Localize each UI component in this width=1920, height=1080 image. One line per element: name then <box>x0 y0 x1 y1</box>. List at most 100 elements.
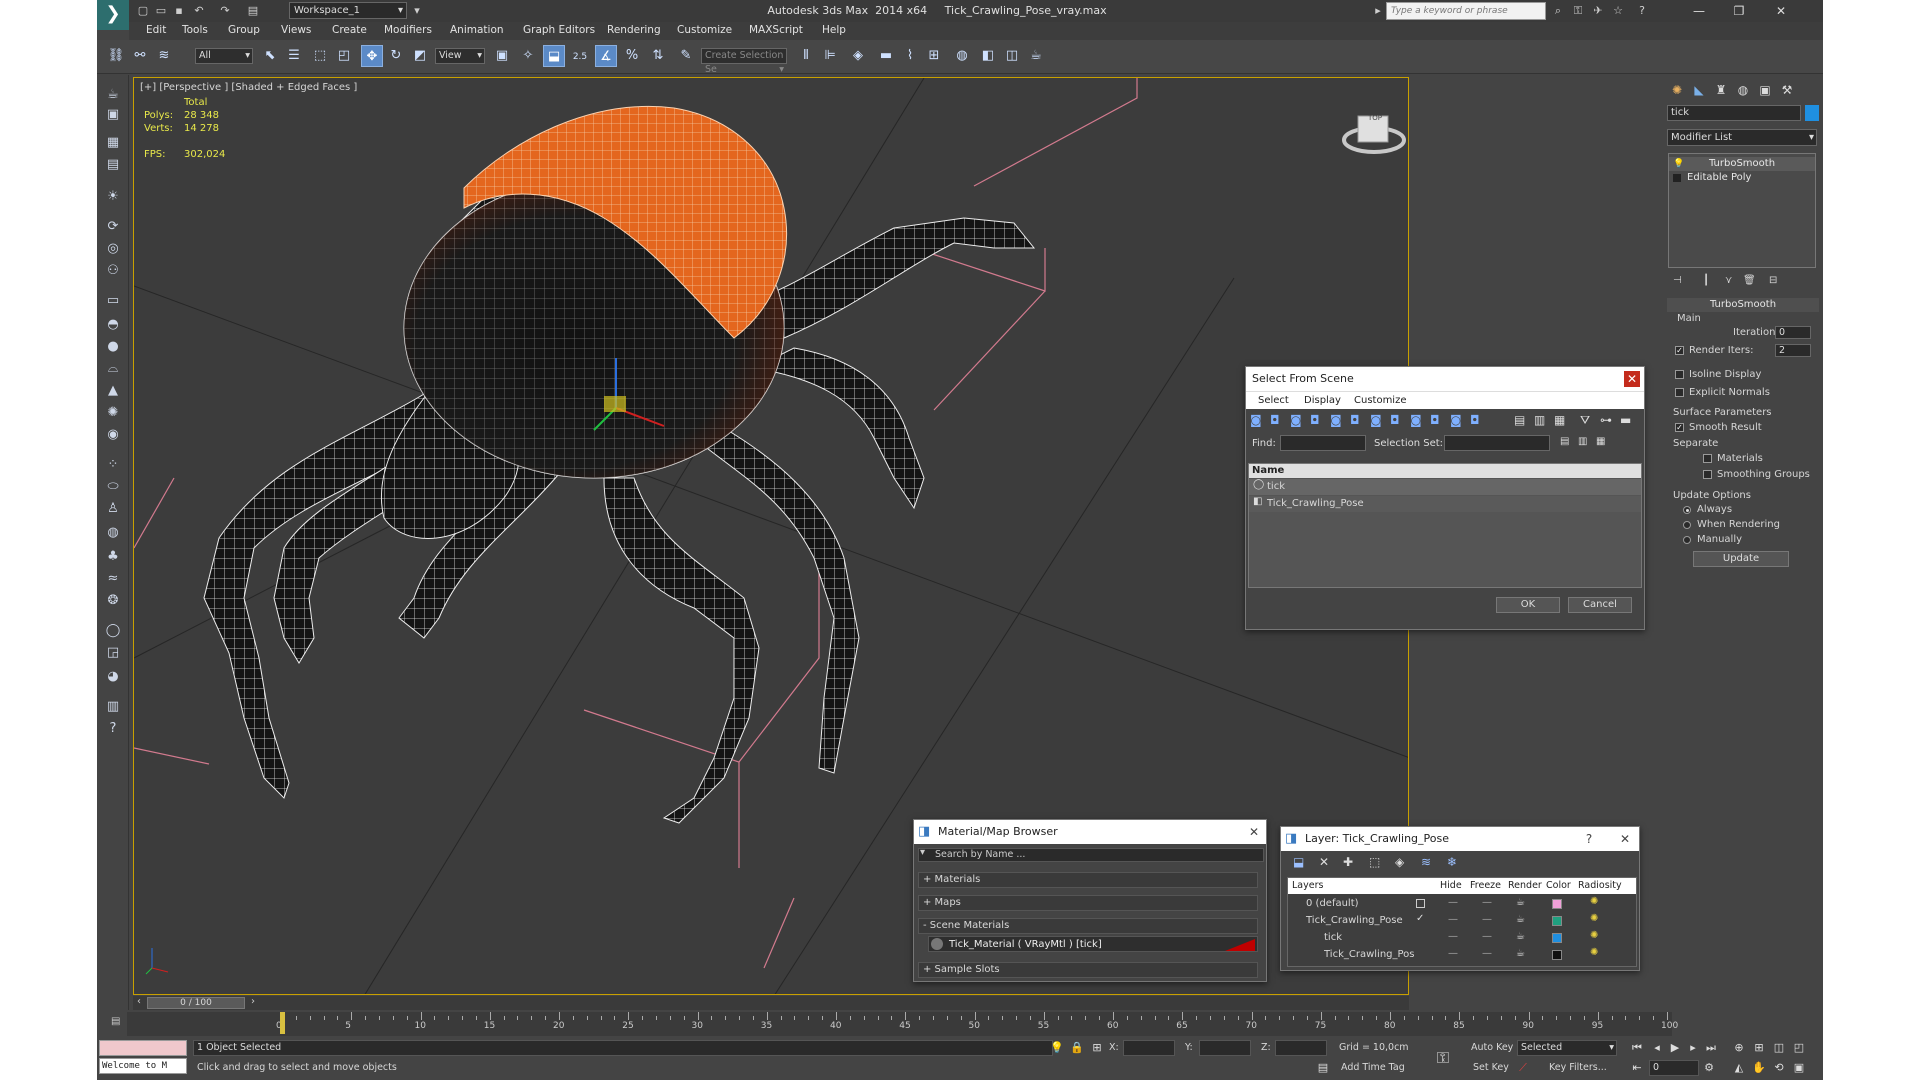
select-manipulate-icon[interactable]: ✧ <box>517 45 539 67</box>
edit-named-selection-icon[interactable]: ✎ <box>675 45 697 67</box>
x-coordinate-field[interactable] <box>1123 1040 1175 1056</box>
dropdown-arrow-icon[interactable]: ▾ <box>920 847 925 858</box>
transform-icon[interactable]: ◲ <box>102 643 124 663</box>
hide-toggle[interactable]: — <box>1448 914 1458 925</box>
smooth-result-checkbox[interactable]: ✓ <box>1675 423 1684 432</box>
column-radiosity[interactable]: Radiosity <box>1578 880 1622 891</box>
object-list[interactable]: Name ◯ tick ◧ Tick_Crawling_Pose <box>1248 463 1642 588</box>
stack-icon[interactable]: ▥ <box>102 697 124 717</box>
group-scene-materials[interactable]: - Scene Materials <box>918 918 1258 934</box>
filter-invert-icon[interactable]: ◘ <box>1470 413 1480 427</box>
list-item[interactable]: ◧ Tick_Crawling_Pose <box>1249 496 1641 512</box>
open-file-icon[interactable]: ▭ <box>153 3 169 19</box>
make-unique-icon[interactable]: ⋎ <box>1725 275 1732 286</box>
selection-filter-dropdown[interactable]: All ▾ <box>195 48 253 64</box>
key-filter-slash-icon[interactable]: ⟋ <box>1515 1060 1531 1076</box>
freeze-all-layers-icon[interactable]: ❄ <box>1447 855 1457 869</box>
close-icon[interactable]: ✕ <box>1761 1 1801 21</box>
rendered-frame-window-icon[interactable]: ◫ <box>1001 45 1023 67</box>
iterations-spinner[interactable]: 0 <box>1775 326 1811 339</box>
menu-create[interactable]: Create <box>332 24 367 36</box>
render-iters-spinner[interactable]: 2 <box>1775 344 1811 357</box>
freeze-toggle[interactable]: — <box>1482 948 1492 959</box>
freeze-toggle[interactable]: — <box>1482 897 1492 908</box>
pan-icon[interactable]: ✋ <box>1751 1060 1767 1076</box>
lock-icon[interactable]: 🔒 <box>1069 1040 1085 1056</box>
key-mode-dropdown[interactable]: Selected ▾ <box>1517 1040 1617 1056</box>
help-button[interactable]: ? <box>1581 831 1597 847</box>
maxscript-listener-top[interactable] <box>99 1040 187 1056</box>
expand-search-icon[interactable]: ▸ <box>1370 3 1386 19</box>
smoothing-groups-checkbox[interactable] <box>1703 470 1712 479</box>
communication-icon[interactable]: ✈ <box>1590 3 1606 19</box>
hide-toggle[interactable]: — <box>1448 897 1458 908</box>
zoom-icon[interactable]: ⊕ <box>1731 1040 1747 1056</box>
stack-item-turbosmooth[interactable]: 💡 TurboSmooth <box>1669 157 1815 171</box>
blue-sphere-icon[interactable]: ◕ <box>102 667 124 687</box>
unlink-icon[interactable]: ⚯ <box>129 45 151 67</box>
previous-frame-icon[interactable]: ◂ <box>1649 1040 1665 1056</box>
select-and-move-icon[interactable]: ✥ <box>361 45 383 67</box>
maxscript-listener[interactable]: Welcome to M <box>99 1058 187 1074</box>
materials-checkbox[interactable] <box>1703 454 1712 463</box>
configure-sets-icon[interactable]: ⊟ <box>1769 275 1777 286</box>
ok-button[interactable]: OK <box>1496 597 1560 613</box>
column-freeze[interactable]: Freeze <box>1470 880 1501 891</box>
hemisphere-icon[interactable]: ◓ <box>102 315 124 335</box>
update-button[interactable]: Update <box>1693 551 1789 567</box>
utilities-tab-icon[interactable]: ⚒ <box>1777 81 1797 99</box>
time-tag-icon[interactable]: ▤ <box>1315 1060 1331 1076</box>
table-row[interactable]: tick — — ☕ ✺ <box>1288 930 1636 946</box>
modifier-list-dropdown[interactable]: Modifier List ▾ <box>1667 129 1817 146</box>
viewport-label[interactable]: [+] [Perspective ] [Shaded + Edged Faces… <box>140 82 357 93</box>
select-and-scale-icon[interactable]: ◩ <box>409 45 431 67</box>
highlight-layer-icon[interactable]: ◈ <box>1395 855 1404 869</box>
show-end-result-icon[interactable]: ┃ <box>1703 275 1709 286</box>
track-bar[interactable]: ▤ 0 5 10 15 20 25 30 35 40 45 50 55 60 65 70 75 80 85 90 95… <box>111 1012 1678 1036</box>
filter-bones-icon[interactable]: ◙ <box>1410 413 1422 427</box>
window-crossing-icon[interactable]: ◰ <box>333 45 355 67</box>
hierarchy-tab-icon[interactable]: ♜ <box>1711 81 1731 99</box>
sphere-yellow-icon[interactable]: ◉ <box>102 425 124 445</box>
redo-icon[interactable]: ↷ <box>217 3 233 19</box>
isolate-icon[interactable]: 💡 <box>1049 1040 1065 1056</box>
hide-toggle[interactable]: — <box>1448 931 1458 942</box>
menu-customize[interactable]: Customize <box>1354 395 1407 406</box>
binoculars-icon[interactable]: ⌕ <box>1550 3 1566 19</box>
freeze-toggle[interactable]: — <box>1482 914 1492 925</box>
lightbulb-icon[interactable]: 💡 <box>1673 157 1684 171</box>
selection-set-remove-icon[interactable]: ▥ <box>1578 436 1587 447</box>
delete-layer-icon[interactable]: ✕ <box>1319 855 1329 869</box>
menu-animation[interactable]: Animation <box>450 24 504 36</box>
display-tab-icon[interactable]: ▣ <box>1755 81 1775 99</box>
menu-maxscript[interactable]: MAXScript <box>749 24 803 36</box>
select-objects-icon[interactable]: ⬚ <box>1369 855 1380 869</box>
selection-set-dropdown[interactable] <box>1444 435 1550 451</box>
turbosmooth-rollout-title[interactable]: TurboSmooth <box>1667 298 1819 312</box>
cone-icon[interactable]: ▲ <box>102 381 124 401</box>
ring-icon[interactable]: ◎ <box>102 239 124 259</box>
field-of-view-icon[interactable]: ◭ <box>1731 1060 1747 1076</box>
column-layers[interactable]: Layers <box>1292 880 1323 891</box>
help-icon[interactable]: ? <box>1634 3 1650 19</box>
close-icon[interactable]: ✕ <box>1617 831 1633 847</box>
filter-spacewarps-icon[interactable]: ◘ <box>1350 413 1360 427</box>
schematic-view-icon[interactable]: ⊞ <box>923 45 945 67</box>
table-row[interactable]: Tick_Crawling_Pose ✓ — — ☕ ✺ <box>1288 913 1636 929</box>
teapot-render-icon[interactable]: ☕ <box>1516 948 1525 959</box>
teapot-render-icon[interactable]: ☕ <box>1516 897 1525 908</box>
teapot-icon[interactable]: ☕ <box>102 85 124 105</box>
add-to-layer-icon[interactable]: ✚ <box>1343 855 1353 869</box>
minimize-icon[interactable]: — <box>1679 1 1719 21</box>
search-input[interactable]: Type a keyword or phrase <box>1386 2 1546 20</box>
bind-space-warp-icon[interactable]: ≋ <box>153 45 175 67</box>
select-none-icon[interactable]: ▥ <box>1534 413 1545 427</box>
layer-view-icon[interactable]: ▬ <box>1620 413 1631 427</box>
spinner-snap-icon[interactable]: ⇅ <box>647 45 669 67</box>
isoline-checkbox[interactable] <box>1675 370 1684 379</box>
menu-display[interactable]: Display <box>1304 395 1341 406</box>
menu-views[interactable]: Views <box>281 24 311 36</box>
selection-set-add-icon[interactable]: ▤ <box>1560 436 1569 447</box>
link-icon[interactable]: ⛓ <box>105 45 127 67</box>
spheres-icon[interactable]: ⚇ <box>102 261 124 281</box>
